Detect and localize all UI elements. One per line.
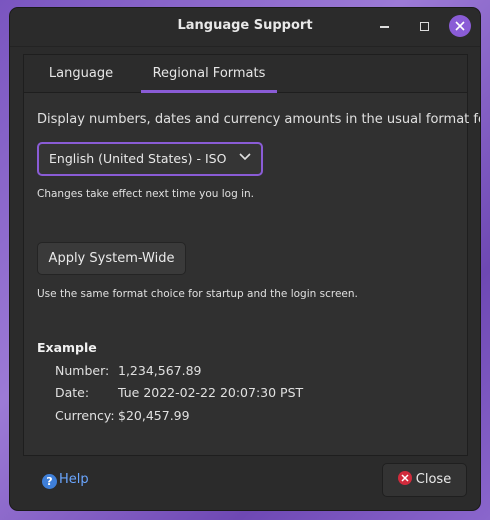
example-currency-row: Currency: $20,457.99 [55, 408, 190, 423]
notebook: Language Regional Formats Display number… [23, 54, 480, 456]
example-date-label: Date: [55, 385, 90, 400]
system-wide-note: Use the same format choice for startup a… [37, 288, 358, 300]
chevron-down-icon [239, 153, 251, 161]
example-date-row: Date: Tue 2022-02-22 20:07:30 PST [55, 385, 303, 400]
format-combo[interactable]: English (United States) - ISO [37, 142, 263, 176]
example-currency-value: $20,457.99 [118, 408, 190, 423]
tab-regional-formats[interactable]: Regional Formats [141, 55, 277, 93]
title-bar: Language Support [10, 8, 480, 47]
example-number-value: 1,234,567.89 [118, 363, 202, 378]
tab-bar: Language Regional Formats [24, 55, 467, 93]
close-circle-icon [397, 471, 412, 485]
minimize-button[interactable] [374, 16, 396, 38]
example-number-label: Number: [55, 363, 110, 378]
window-title: Language Support [177, 18, 313, 33]
maximize-icon [420, 22, 429, 31]
apply-system-wide-button[interactable]: Apply System-Wide [37, 242, 186, 275]
format-combo-value: English (United States) - ISO [49, 151, 227, 166]
format-description: Display numbers, dates and currency amou… [37, 112, 480, 127]
maximize-button[interactable] [414, 16, 436, 38]
close-button-label: Close [415, 472, 452, 487]
close-button[interactable]: Close [382, 463, 467, 497]
tab-language[interactable]: Language [38, 55, 124, 92]
example-heading: Example [37, 340, 97, 355]
example-number-row: Number: 1,234,567.89 [55, 363, 202, 378]
example-currency-label: Currency: [55, 408, 115, 423]
help-link[interactable]: ? Help [42, 472, 89, 489]
help-label: Help [59, 472, 89, 487]
window-close-button[interactable] [449, 15, 471, 37]
language-support-window: Language Support Language Regional Forma… [10, 8, 480, 510]
close-icon [455, 21, 465, 31]
minimize-icon [380, 26, 389, 28]
help-icon: ? [42, 474, 57, 489]
login-note: Changes take effect next time you log in… [37, 188, 254, 200]
example-date-value: Tue 2022-02-22 20:07:30 PST [118, 385, 304, 400]
